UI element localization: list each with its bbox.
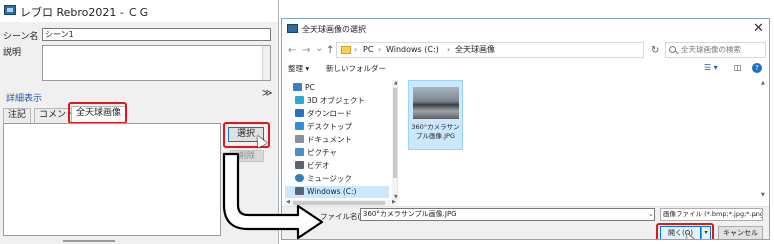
breadcrumb-pc[interactable]: PC [363,43,373,57]
desktop-icon [295,122,304,130]
breadcrumb-separator: › [354,45,358,54]
collapse-chevron-icon[interactable]: ≫ [262,88,272,99]
nav-item-label: デスクトップ [307,122,352,131]
file-list-scrollbar[interactable]: ▲ ▼ [760,80,766,200]
cancel-button[interactable]: キャンセル [718,226,763,239]
scroll-up-icon[interactable]: ▲ [761,80,765,86]
scene-name-input[interactable]: シーン1 [42,28,271,41]
breadcrumb-panorama-folder[interactable]: 全天球画像 [455,43,495,57]
rebro-title-bar: レブロ Rebro2021 - ＣＧ [0,0,278,22]
preview-pane-icon[interactable]: ◫ [734,63,742,72]
description-label: 説明 [3,48,22,58]
search-placeholder: 全天球画像の検索 [681,45,741,54]
help-icon[interactable]: ? [752,63,762,73]
panorama-thumbnail [413,87,459,119]
file-list: 360°カメラサンプル画像.JPG [402,80,767,200]
nav-pane-scrollbar[interactable] [392,80,397,202]
dialog-title: 全天球画像の選択 [302,25,366,34]
view-options-icon[interactable]: ☰ ▾ [704,63,718,72]
recent-locations-icon[interactable]: ⌄ [315,43,323,54]
address-row: ← → ⌄ ↑ › PC › Windows (C:) › 全天球画像 ⌄ ↻ … [282,40,769,62]
dialog-title-bar: 全天球画像の選択 ✕ [282,19,769,40]
dialog-app-icon [287,24,298,33]
forward-arrow-icon[interactable]: → [302,45,310,56]
back-arrow-icon[interactable]: ← [288,45,296,56]
description-scrollbar[interactable] [262,46,270,80]
nav-item-desktop[interactable]: デスクトップ [295,121,391,133]
chevron-down-icon: ⌄ [753,210,759,218]
file-name: 360°カメラサンプル画像.JPG [411,123,460,140]
document-icon [295,135,304,143]
breadcrumb-windows-c[interactable]: Windows (C:) [386,43,439,57]
details-toggle-label[interactable]: 詳細表示 [6,91,42,104]
file-open-dialog: 全天球画像の選択 ✕ ← → ⌄ ↑ › PC › Windows (C:) ›… [281,18,770,240]
up-arrow-icon[interactable]: ↑ [326,45,334,56]
scroll-right-icon[interactable]: ▶ [392,199,396,205]
nav-item-pc[interactable]: PC [293,82,389,94]
nav-item-3d-objects[interactable]: 3D オブジェクト [295,95,391,107]
folder-icon [341,46,351,54]
nav-item-label: 3D オブジェクト [307,96,365,105]
cube-icon [295,96,304,104]
nav-item-documents[interactable]: ドキュメント [295,134,391,146]
tab-highlight-box [68,102,127,124]
nav-item-downloads[interactable]: ダウンロード [295,108,391,120]
download-icon [295,109,304,117]
scroll-up-icon[interactable]: ▲ [394,80,397,86]
new-folder-button[interactable]: 新しいフォルダー [326,63,386,74]
scroll-down-icon[interactable]: ▼ [761,192,765,198]
dialog-toolbar: 整理 ▾ 新しいフォルダー ☰ ▾ ◫ ? [282,62,769,77]
filetype-value: 画像ファイル (*.bmp;*.jpg;*.png) [663,210,763,218]
scrollbar-thumb[interactable] [393,88,397,178]
nav-item-label: ダウンロード [307,109,352,118]
pc-icon [293,83,302,91]
breadcrumb-separator: › [447,45,451,54]
filename-dropdown-icon[interactable]: ⌄ [648,209,654,220]
search-icon [669,46,676,53]
nav-item-label: PC [305,83,315,92]
close-icon[interactable]: ✕ [753,21,764,36]
filetype-select[interactable]: 画像ファイル (*.bmp;*.jpg;*.png) ⌄ [660,208,763,221]
window-title: レブロ Rebro2021 - ＣＧ [20,6,150,19]
filename-input[interactable]: 360°カメラサンプル画像.JPG ⌄ [360,208,655,221]
organize-button[interactable]: 整理 ▾ [288,63,309,74]
description-textarea[interactable] [42,45,271,81]
bottom-scrollbar[interactable] [63,240,115,242]
tab-annotation[interactable]: 注記 [3,108,32,123]
breadcrumb-separator: › [378,45,382,54]
dialog-footer: ファイル名(N): 360°カメラサンプル画像.JPG ⌄ 画像ファイル (*.… [282,206,769,239]
nav-item-label: ドキュメント [307,135,352,144]
app-icon [4,5,16,15]
scene-name-label: シーン名 [3,32,39,42]
search-input[interactable]: 全天球画像の検索 [665,42,766,58]
panorama-image-preview [3,123,221,236]
callout-arrow-icon [222,152,324,240]
address-bar[interactable]: › PC › Windows (C:) › 全天球画像 ⌄ [336,42,680,58]
refresh-icon[interactable]: ↻ [651,45,659,56]
file-item[interactable]: 360°カメラサンプル画像.JPG [408,80,463,150]
filename-value: 360°カメラサンプル画像.JPG [363,210,457,218]
